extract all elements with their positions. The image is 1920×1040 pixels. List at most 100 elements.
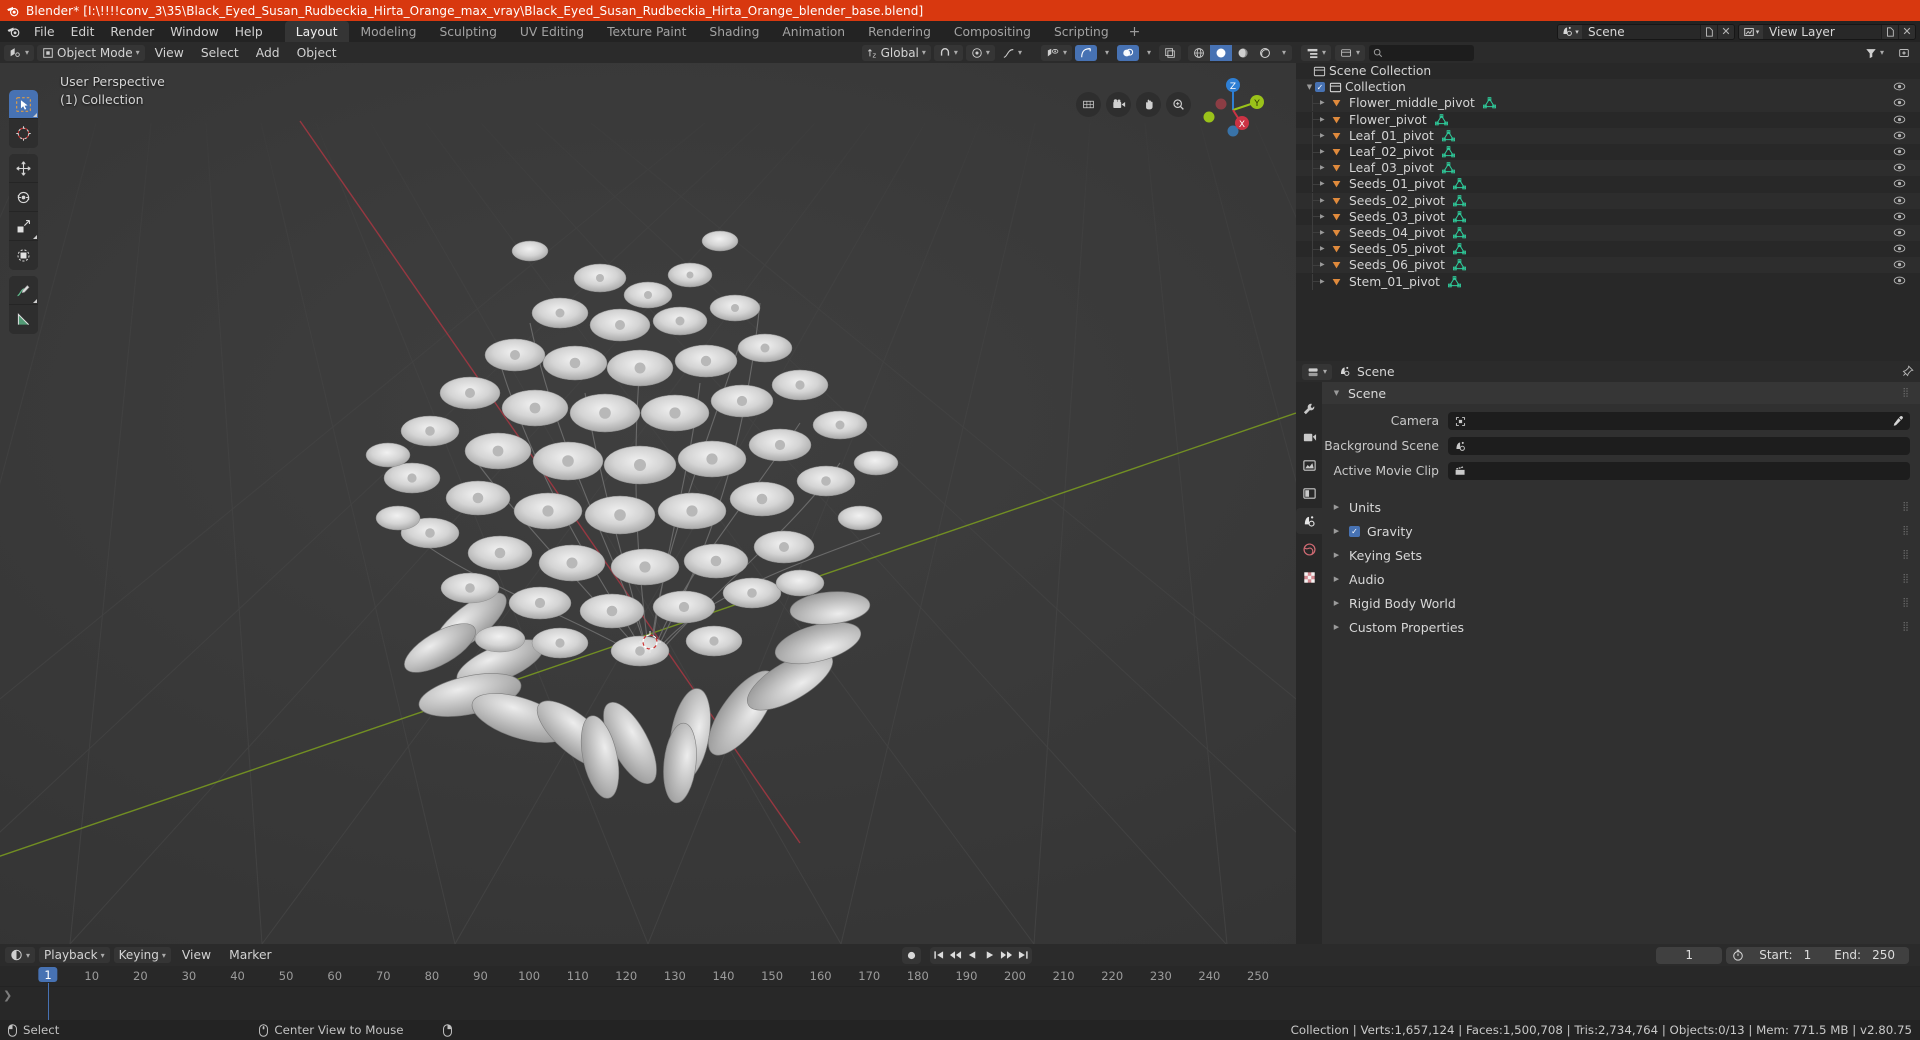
outliner-row-seeds-04-pivot[interactable]: ▶ Seeds_04_pivot [1296,224,1920,242]
properties-tab-world[interactable] [1296,536,1322,562]
mesh-data-icon[interactable] [1441,130,1455,142]
properties-section-audio[interactable]: ▶ Audio ⣿ [1322,567,1920,591]
scene-panel-header[interactable]: ▼ Scene ⣿ [1322,382,1920,404]
viewport-visibility-dropdown[interactable]: ▾ [1040,44,1072,61]
viewport-menu-view[interactable]: View [148,46,191,60]
outliner-editor-type-selector[interactable]: ▾ [1301,44,1332,61]
collection-visibility-eye-icon[interactable] [1893,81,1906,92]
viewport-menu-select[interactable]: Select [194,46,246,60]
row-disclosure-triangle[interactable]: ▶ [1320,164,1325,171]
field-active-movie-clip-input[interactable] [1448,462,1910,480]
play-button[interactable] [981,947,998,964]
properties-tab-output[interactable] [1296,452,1322,478]
shading-options-dropdown[interactable]: ▾ [1276,45,1292,61]
tool-measure[interactable] [9,305,38,334]
tool-cursor[interactable] [9,119,38,148]
panel-drag-dots[interactable]: ⣿ [1902,502,1910,512]
outliner-row-seeds-01-pivot[interactable]: ▶ Seeds_01_pivot [1296,176,1920,193]
tab-texture-paint[interactable]: Texture Paint [596,21,697,42]
delete-scene-button[interactable]: ✕ [1717,24,1734,39]
xray-toggle[interactable] [1159,44,1181,61]
play-reverse-button[interactable] [964,947,981,964]
object-visibility-eye-icon[interactable] [1893,243,1906,254]
row-disclosure-triangle[interactable]: ▶ [1320,278,1325,285]
collection-enable-checkbox[interactable]: ✓ [1315,82,1325,93]
outliner-row-flower-pivot[interactable]: ▶ Flower_pivot [1296,111,1920,128]
outliner-row-stem-01-pivot[interactable]: ▶ Stem_01_pivot [1296,273,1920,290]
zoom-magnifier-icon[interactable] [1166,92,1191,117]
mesh-data-icon[interactable] [1452,259,1466,271]
show-overlays-toggle[interactable] [1116,44,1139,61]
outliner-filter-icon[interactable]: ▾ [1860,45,1889,61]
menu-window[interactable]: Window [162,21,227,42]
object-visibility-eye-icon[interactable] [1893,130,1906,141]
field-background-scene-input[interactable] [1448,437,1910,455]
timeline-playback-dropdown[interactable]: Playback ▾ [39,947,110,963]
section-disclosure-triangle[interactable]: ▶ [1331,551,1342,559]
panel-drag-dots[interactable]: ⣿ [1902,598,1910,608]
mesh-data-icon[interactable] [1434,113,1448,126]
shading-material-button[interactable] [1232,45,1254,61]
interaction-mode-dropdown[interactable]: Object Mode ▾ [37,44,145,61]
mesh-data-icon[interactable] [1448,275,1461,288]
camera-eyedropper-icon[interactable] [1892,415,1904,427]
properties-tab-view-layer[interactable] [1296,480,1322,506]
row-disclosure-triangle[interactable]: ▶ [1320,229,1325,236]
zoom-region-icon[interactable] [1076,92,1101,117]
scene-panel-disclosure[interactable]: ▼ [1331,389,1342,397]
outliner-row-seeds-02-pivot[interactable]: ▶ Seeds_02_pivot [1296,192,1920,209]
row-disclosure-triangle[interactable]: ▶ [1320,99,1325,106]
outliner-row-seeds-03-pivot[interactable]: ▶ Seeds_03_pivot [1296,208,1920,225]
properties-section-gravity[interactable]: ▶ ✓ Gravity ⣿ [1322,519,1920,543]
mesh-data-icon[interactable] [1482,97,1496,109]
tool-annotate[interactable] [9,276,38,305]
jump-to-start-button[interactable] [930,947,947,964]
mesh-data-icon[interactable] [1452,178,1466,190]
panel-drag-dots[interactable]: ⣿ [1902,574,1910,584]
jump-to-end-button[interactable] [1015,947,1032,964]
mesh-data-icon[interactable] [1441,162,1455,174]
panel-drag-dots[interactable]: ⣿ [1902,622,1910,632]
object-visibility-eye-icon[interactable] [1893,162,1906,173]
tool-transform[interactable] [9,241,38,270]
outliner-row-leaf-01-pivot[interactable]: ▶ Leaf_01_pivot [1296,127,1920,144]
proportional-falloff-dropdown[interactable]: ▾ [998,45,1027,61]
tool-move[interactable] [9,154,38,183]
overlay-options-dropdown[interactable]: ▾ [1142,45,1156,61]
row-disclosure-triangle[interactable]: ▶ [1320,261,1325,268]
section-disclosure-triangle[interactable]: ▶ [1331,527,1342,535]
new-view-layer-button[interactable] [1881,24,1898,39]
auto-keying-toggle[interactable] [902,946,922,964]
menu-edit[interactable]: Edit [63,21,103,42]
object-visibility-eye-icon[interactable] [1893,178,1906,189]
mesh-data-icon[interactable] [1452,227,1466,239]
object-visibility-eye-icon[interactable] [1893,146,1906,157]
view-layer-selector[interactable]: ▾ View Layer ✕ [1738,23,1916,40]
outliner-tree[interactable]: Scene Collection ▼ ✓ Collection ▶ Flower_… [1296,63,1920,361]
section-disclosure-triangle[interactable]: ▶ [1331,599,1342,607]
snap-magnet-toggle[interactable]: ▾ [933,44,963,61]
tab-compositing[interactable]: Compositing [943,21,1042,42]
start-frame-value[interactable]: 1 [1801,948,1826,962]
properties-section-custom-properties[interactable]: ▶ Custom Properties ⣿ [1322,615,1920,639]
add-workspace-button[interactable]: + [1121,21,1149,42]
row-disclosure-triangle[interactable]: ▶ [1320,245,1325,252]
viewport-canvas[interactable]: User Perspective (1) Collection Z Y X [0,63,1296,944]
new-scene-button[interactable] [1700,24,1717,39]
object-visibility-eye-icon[interactable] [1893,259,1906,270]
properties-section-units[interactable]: ▶ Units ⣿ [1322,495,1920,519]
shading-rendered-button[interactable] [1254,45,1276,61]
proportional-edit-toggle[interactable]: ▾ [965,44,995,61]
properties-tab-texture[interactable] [1296,564,1322,590]
end-frame-value[interactable]: 250 [1870,948,1909,962]
jump-to-next-keyframe-button[interactable] [998,947,1015,964]
row-disclosure-triangle[interactable]: ▶ [1320,116,1325,123]
show-gizmo-toggle[interactable] [1074,44,1097,61]
outliner-row-seeds-05-pivot[interactable]: ▶ Seeds_05_pivot [1296,241,1920,258]
gizmo-options-dropdown[interactable]: ▾ [1100,45,1114,61]
delete-view-layer-button[interactable]: ✕ [1898,24,1915,39]
tab-uv-editing[interactable]: UV Editing [509,21,595,42]
timeline-playhead[interactable]: 1 [38,967,58,982]
menu-help[interactable]: Help [227,21,271,42]
outliner-row-leaf-02-pivot[interactable]: ▶ Leaf_02_pivot [1296,144,1920,161]
